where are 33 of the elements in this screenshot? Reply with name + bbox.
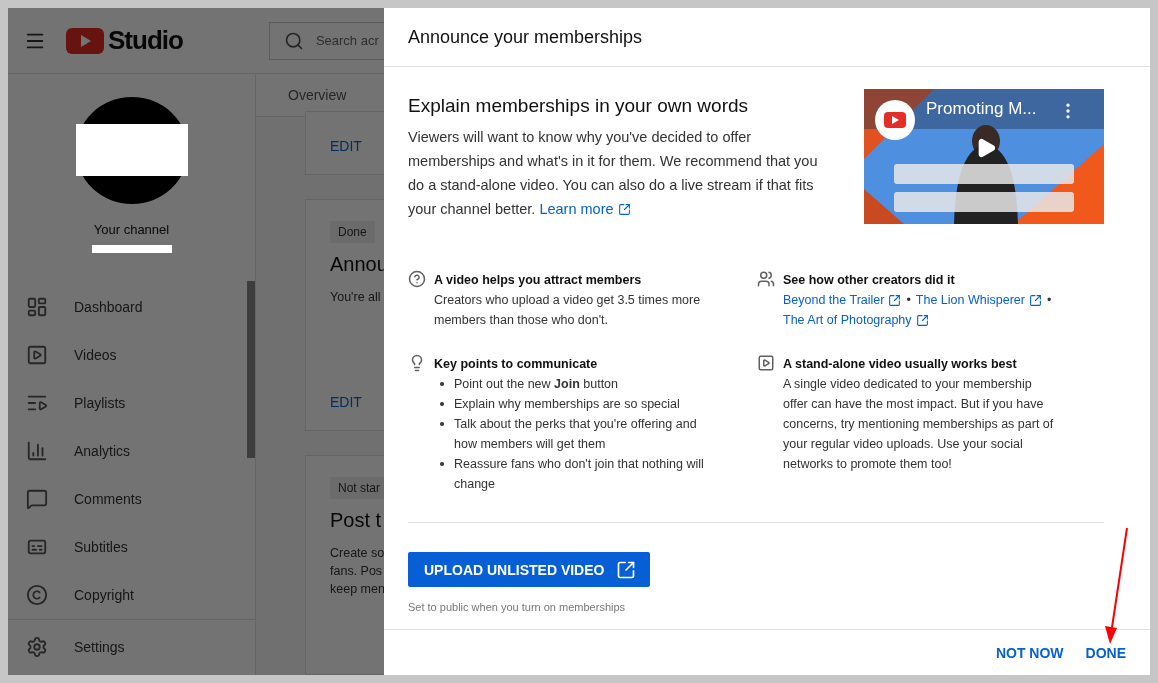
app-name: Studio [108, 25, 183, 56]
status-chip: Done [330, 221, 375, 243]
card-title: Post t [330, 509, 382, 532]
nav-label: Copyright [74, 586, 134, 603]
caption: Set to public when you turn on memberships [408, 601, 627, 613]
section-heading: Explain memberships in your own words [408, 95, 750, 117]
nav-label: Analytics [74, 442, 131, 459]
tip-title: Key points to communicate [434, 356, 599, 373]
list-item: Reassure fans who don't join that nothing will change [454, 456, 705, 493]
tip-title: A stand-alone video usually works best [783, 356, 1018, 373]
video-title: Promoting M... [926, 99, 1037, 119]
dialog-title: Announce your memberships [384, 8, 1150, 67]
tip-title: A video helps you attract members [434, 272, 643, 289]
nav-label: Subtitles [74, 538, 128, 555]
tip-text: A single video dedicated to your membership offer can have the most impact. But if you have concerns, try mentioning memberships as part of your regular video uploads. Use your social networks to promote them too! [783, 376, 1055, 473]
nav-label: Settings [74, 639, 125, 656]
tip-title: See how other creators did it [783, 272, 956, 289]
list-item: Talk about the perks that you're offering and how members will get them [454, 416, 698, 453]
channel-label: Your channel [92, 221, 171, 237]
list-item: Explain why memberships are so special [454, 396, 680, 413]
separator-dot: • [906, 292, 911, 309]
intro-text: Viewers will want to know why you've decided to offer memberships and what's in it for them. We recommend that you do a stand-alone video. You can also do a live stream if that fits your channel better. Learn more [408, 125, 833, 221]
tip-text: Creators who upload a video get 3.5 times more members than those who don't. [434, 292, 702, 329]
card-text: You're all [330, 289, 381, 306]
separator-dot: • [1046, 292, 1052, 309]
nav-label: Comments [74, 490, 142, 507]
card-text: Create so [330, 545, 385, 562]
card-text: keep men [330, 581, 385, 598]
nav-label: Videos [74, 346, 117, 363]
nav-label: Dashboard [74, 298, 143, 315]
nav-label: Playlists [74, 394, 126, 411]
list-item: Point out the new Join button [454, 376, 618, 393]
card-text: fans. Pos [330, 563, 383, 580]
